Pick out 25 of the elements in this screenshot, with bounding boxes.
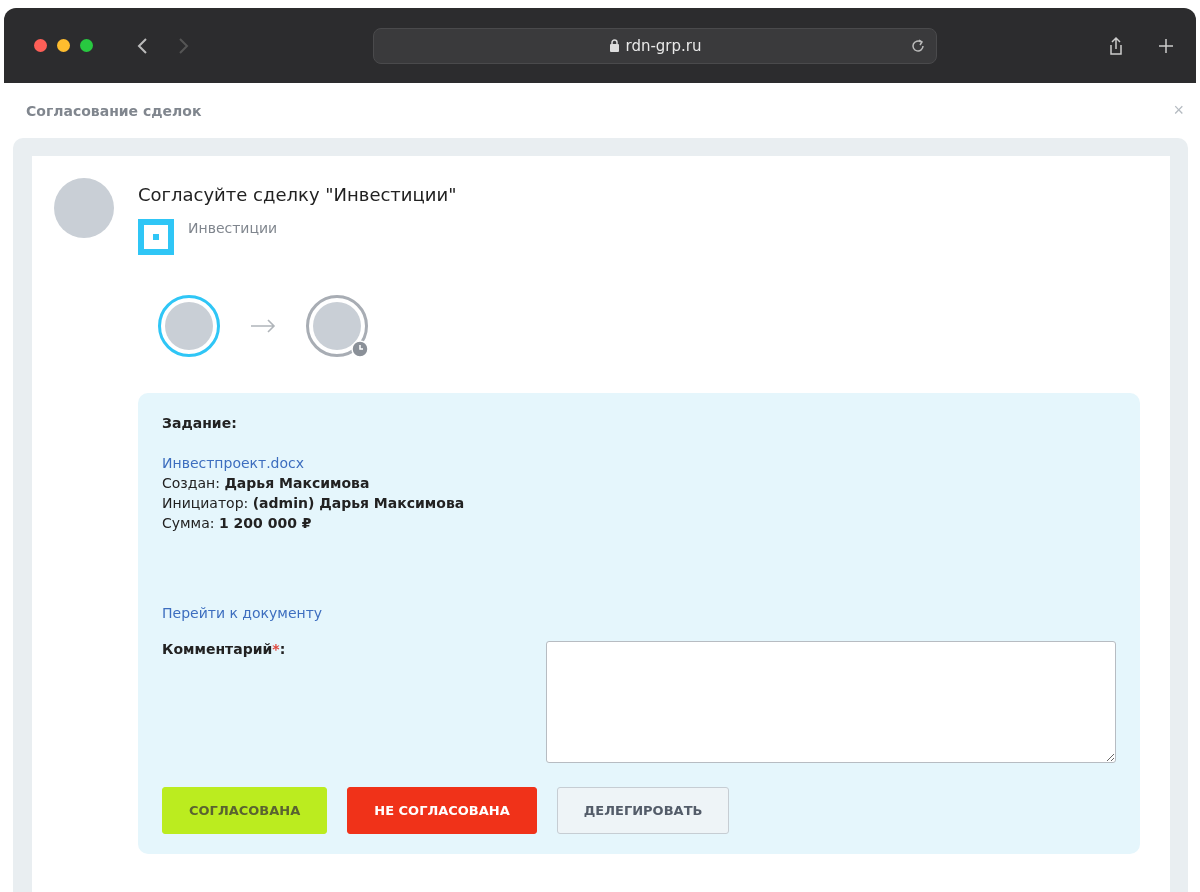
dialog-title: Согласование сделок: [26, 102, 202, 119]
comment-field[interactable]: [546, 641, 1116, 763]
task-title: Согласуйте сделку "Инвестиции": [138, 184, 458, 205]
close-window-icon[interactable]: [34, 39, 47, 52]
square-icon: [138, 219, 174, 255]
entity-name: Инвестиции: [188, 220, 278, 236]
lock-icon: [608, 39, 620, 52]
comment-label: Комментарий*:: [162, 641, 286, 659]
file-link[interactable]: Инвестпроект.docx: [162, 453, 305, 473]
document-link[interactable]: Перейти к документу: [162, 605, 323, 621]
url-text: rdn-grp.ru: [625, 36, 702, 55]
arrow-icon: [250, 319, 276, 333]
neutral-button[interactable]: ДЕЛЕГИРОВАТЬ: [556, 787, 730, 834]
avatar: [54, 178, 114, 238]
address-bar[interactable]: rdn-grp.ru: [373, 27, 937, 64]
detail-line: Сумма: 1 200 000 ₽: [162, 514, 313, 533]
detail-line: Создан: Дарья Максимова: [162, 474, 371, 493]
task-heading: Задание:: [162, 415, 238, 431]
minimize-window-icon[interactable]: [57, 39, 70, 52]
reload-icon[interactable]: [910, 37, 926, 54]
approve-button[interactable]: СОГЛАСОВАНА: [162, 787, 328, 834]
detail-line: Инициатор: (admin) Дарья Максимова: [162, 494, 466, 513]
clock-icon: [351, 340, 369, 358]
reject-button[interactable]: НЕ СОГЛАСОВАНА: [347, 787, 537, 834]
maximize-window-icon[interactable]: [80, 39, 93, 52]
